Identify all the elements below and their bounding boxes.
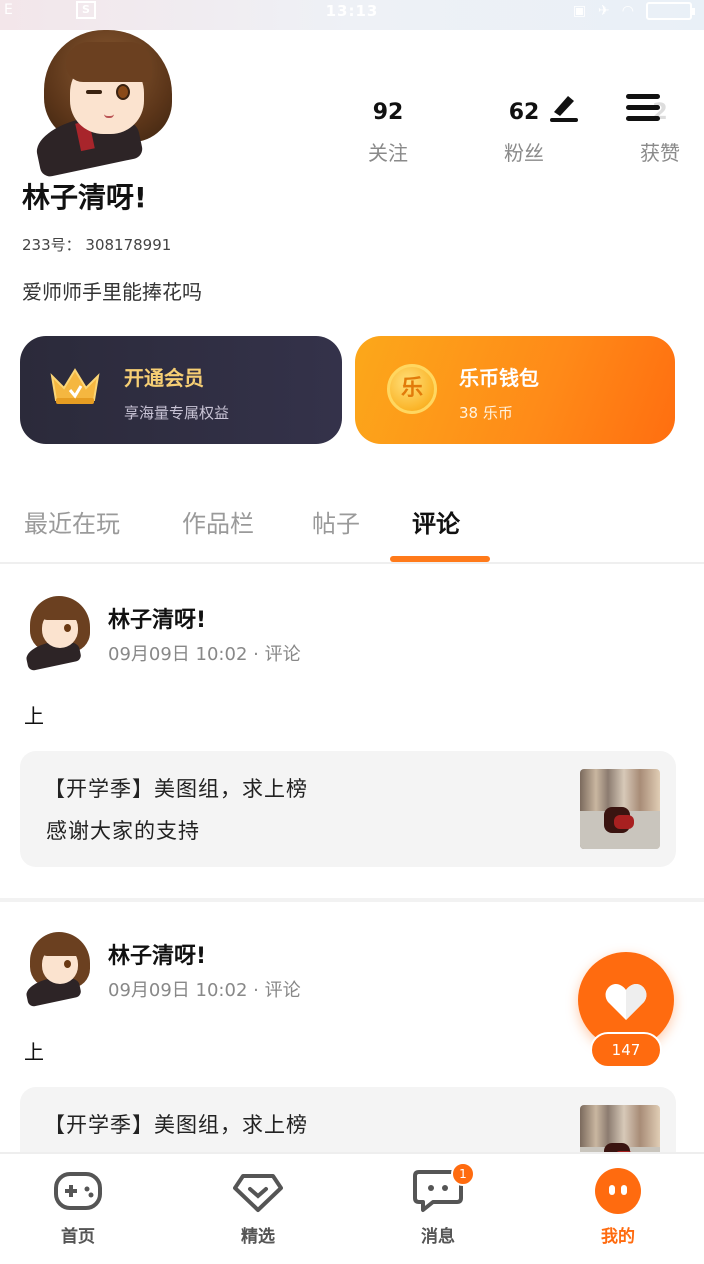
post-text: 上 [24,1040,44,1064]
nav-me[interactable]: 我的 [558,1168,678,1247]
quoted-post-title: 【开学季】美图组，求上榜 [44,1113,308,1137]
sim-icon: ▣ [572,3,587,19]
wallet-subtitle: 38 乐币 [459,404,513,422]
nav-messages[interactable]: 1 消息 [378,1162,498,1247]
coin-icon: 乐 [387,364,437,414]
profile-tabs: 最近在玩 作品栏 帖子 评论 [0,500,704,564]
airplane-icon: ✈ [598,3,610,19]
status-icons: ▣ ✈ ◠ [572,2,695,20]
tab-indicator [390,556,490,562]
avatar[interactable] [24,932,92,1008]
nav-label: 首页 [61,1227,95,1247]
tab-posts[interactable]: 帖子 [312,504,360,539]
bottom-nav: 首页 精选 1 消息 我的 [0,1152,704,1264]
profile-name: 林子清呀! [22,181,147,214]
stat-following[interactable]: 92 关注 [320,100,456,166]
quoted-post[interactable]: 【开学季】美图组，求上榜 感谢大家的支持 [20,751,676,867]
vip-title: 开通会员 [124,366,204,390]
post-meta: 09月09日 10:02 · 评论 [108,644,301,665]
wallet-card[interactable]: 乐 乐币钱包 38 乐币 [355,336,675,444]
profile-id: 233号： 308178991 [22,236,172,254]
heart-diamond-icon [233,1168,283,1214]
nav-home[interactable]: 首页 [18,1168,138,1247]
tab-recent-play[interactable]: 最近在玩 [24,504,120,539]
stat-value: 92 [372,100,404,125]
wallet-title: 乐币钱包 [459,366,539,390]
nav-label: 精选 [241,1227,275,1247]
wifi-icon: ◠ [621,3,634,19]
tab-works[interactable]: 作品栏 [182,504,254,539]
me-face-icon [593,1168,643,1214]
battery-icon [646,2,695,20]
status-bar: E S 13:13 ▣ ✈ ◠ [0,0,704,30]
stat-label: 关注 [368,141,408,165]
avatar[interactable] [30,30,176,179]
message-badge: 1 [451,1162,475,1186]
quoted-post-title: 【开学季】美图组，求上榜 [44,777,308,801]
quoted-post-text: 感谢大家的支持 [46,819,200,843]
avatar[interactable] [24,596,92,672]
divider [0,898,704,902]
gamepad-icon [53,1168,103,1214]
profile-bio: 爱师师手里能捧花吗 [22,280,202,304]
heart-icon [605,984,647,1020]
vip-subtitle: 享海量专属权益 [124,404,230,422]
post-meta: 09月09日 10:02 · 评论 [108,980,301,1001]
nav-featured[interactable]: 精选 [198,1168,318,1247]
nav-label: 我的 [601,1227,635,1247]
vip-card[interactable]: 开通会员 享海量专属权益 [20,336,342,444]
post-author[interactable]: 林子清呀! [108,938,206,970]
stat-label: 获赞 [640,141,680,165]
nav-label: 消息 [421,1227,455,1247]
menu-icon[interactable] [626,94,660,121]
crown-icon [48,364,102,406]
profile-header: 92 关注 62 粉丝 2 获赞 [0,30,704,179]
stat-label: 粉丝 [504,141,544,165]
chat-icon: 1 [413,1162,475,1214]
tab-comments[interactable]: 评论 [412,504,460,539]
quoted-post-thumbnail [580,769,660,849]
post-author[interactable]: 林子清呀! [108,602,206,634]
post-text: 上 [24,704,44,728]
edit-icon[interactable] [548,92,580,122]
like-count: 147 [590,1032,662,1068]
